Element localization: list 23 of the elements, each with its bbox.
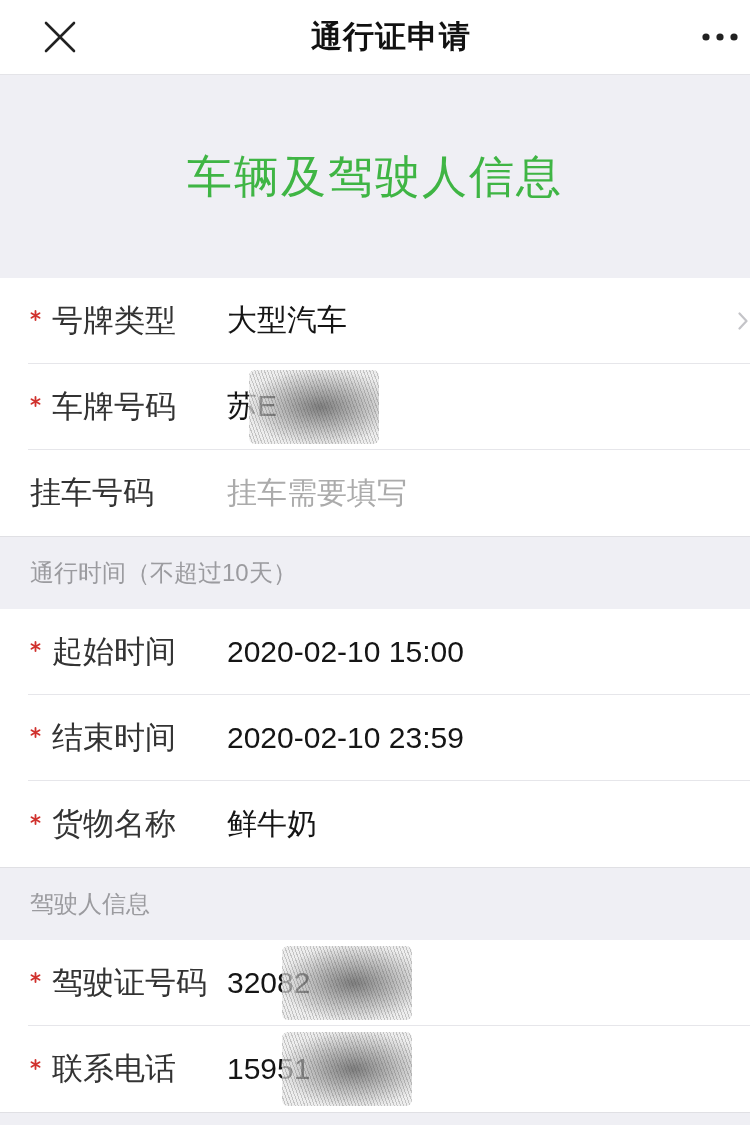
text-field[interactable]: 32082 (227, 940, 750, 1025)
page-title: 通行证申请 (311, 18, 471, 56)
text-field[interactable]: 2020-02-10 23:59 (227, 695, 750, 780)
field-label: 驾驶证号码 (52, 963, 207, 1002)
more-button[interactable] (702, 33, 738, 41)
select-field[interactable]: 大型汽车 (227, 278, 750, 363)
field-label: 结束时间 (52, 718, 176, 757)
text-field[interactable]: 苏E (227, 364, 750, 449)
text-field[interactable]: 15951 (227, 1026, 750, 1112)
form-heading: 车辆及驾驶人信息 (187, 149, 563, 204)
more-icon (702, 33, 738, 41)
field-label: 起始时间 (52, 632, 176, 671)
text-field[interactable]: 2020-02-10 15:00 (227, 609, 750, 694)
input-field[interactable]: 挂车需要填写 (227, 450, 750, 536)
text-field[interactable]: 鲜牛奶 (227, 781, 750, 867)
field-label: 货物名称 (52, 805, 176, 843)
field-label: 挂车号码 (30, 474, 154, 512)
field-label: 车牌号码 (52, 387, 176, 426)
close-icon (44, 21, 76, 53)
field-label: 联系电话 (52, 1050, 176, 1088)
chevron-right-icon (738, 311, 748, 330)
close-button[interactable] (44, 21, 76, 53)
field-label: 号牌类型 (52, 301, 176, 340)
